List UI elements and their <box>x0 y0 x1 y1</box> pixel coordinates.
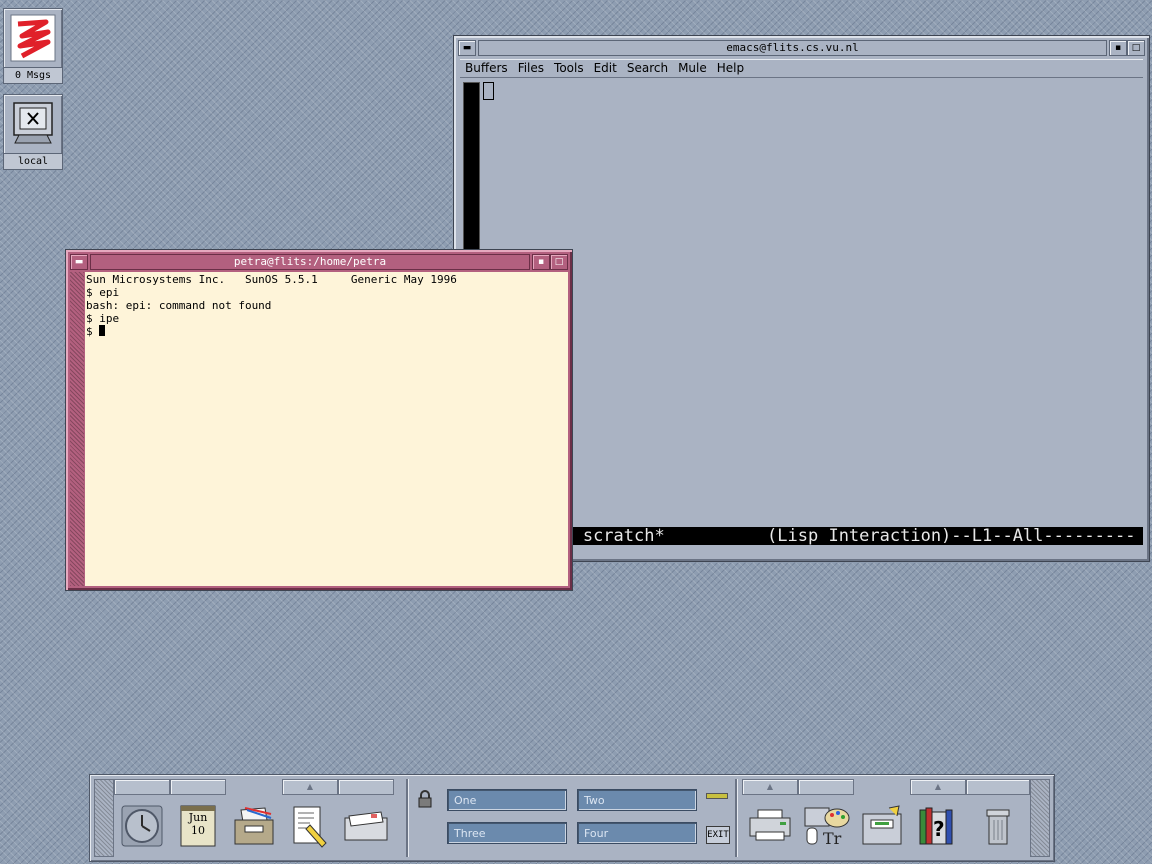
menu-edit[interactable]: Edit <box>589 61 622 75</box>
minimize-button[interactable]: ▪ <box>532 254 550 270</box>
help-icon: ? <box>919 807 953 845</box>
lock-icon <box>418 790 432 808</box>
subpanel-arrow[interactable] <box>742 779 798 795</box>
busy-light <box>706 793 728 799</box>
mail[interactable] <box>338 797 394 855</box>
terminal-line: Sun Microsystems Inc. SunOS 5.5.1 Generi… <box>86 273 457 286</box>
terminal-prompt: $ <box>86 325 100 338</box>
mail-desktop-icon[interactable]: 0 Msgs <box>3 8 63 84</box>
terminal-line: $ epi <box>86 286 120 299</box>
panel-separator <box>735 779 737 857</box>
trash-icon <box>986 809 1010 845</box>
printer[interactable] <box>742 797 798 855</box>
calendar-day: 10 <box>191 824 205 837</box>
terminal-scrollbar[interactable] <box>70 272 84 586</box>
subpanel-tab[interactable] <box>170 779 226 795</box>
modeline-text: scratch* (Lisp Interaction)--L1--All----… <box>582 527 1136 545</box>
terminal-line: bash: epi: command not found <box>86 299 272 312</box>
file-manager-icon <box>234 807 274 845</box>
subpanel-tab[interactable] <box>338 779 394 795</box>
terminal-prompt-line[interactable]: $ <box>86 325 568 338</box>
terminal-window-title[interactable]: petra@flits:/home/petra <box>90 254 530 270</box>
terminal-line: $ ipe <box>86 312 120 325</box>
style-manager[interactable]: Tr <box>798 797 854 855</box>
local-icon-label: local <box>4 153 62 169</box>
lock-button[interactable] <box>416 789 434 809</box>
emacs-titlebar[interactable]: ▬ emacs@flits.cs.vu.nl ▪ □ <box>458 40 1145 56</box>
local-desktop-icon[interactable]: local <box>3 94 63 170</box>
svg-text:Tr: Tr <box>823 829 842 848</box>
maximize-button[interactable]: □ <box>1127 40 1145 56</box>
window-menu-button[interactable]: ▬ <box>70 254 88 270</box>
text-editor[interactable] <box>282 797 338 855</box>
app-manager-icon <box>862 805 902 845</box>
emacs-cursor <box>483 82 494 100</box>
subpanel-tab[interactable] <box>114 779 170 795</box>
menu-tools[interactable]: Tools <box>549 61 589 75</box>
menu-buffers[interactable]: Buffers <box>460 61 513 75</box>
window-menu-button[interactable]: ▬ <box>458 40 476 56</box>
terminal-window[interactable]: ▬ petra@flits:/home/petra ▪ □ Sun Micros… <box>65 249 573 591</box>
panel-left-handle[interactable] <box>94 779 114 857</box>
terminal-output[interactable]: Sun Microsystems Inc. SunOS 5.5.1 Generi… <box>85 272 568 586</box>
terminal-titlebar[interactable]: ▬ petra@flits:/home/petra ▪ □ <box>70 254 568 270</box>
clock[interactable] <box>114 797 170 855</box>
workspace-two-button[interactable]: Two <box>577 789 697 811</box>
exit-button[interactable]: EXIT <box>706 826 730 844</box>
menu-help[interactable]: Help <box>712 61 749 75</box>
style-manager-icon: Tr <box>804 807 850 848</box>
mail-tray-icon <box>344 811 388 841</box>
subpanel-tab[interactable] <box>798 779 854 795</box>
workspace-one-button[interactable]: One <box>447 789 567 811</box>
minimize-button[interactable]: ▪ <box>1109 40 1127 56</box>
mail-icon-label: 0 Msgs <box>4 67 62 83</box>
emacs-menubar: Buffers Files Tools Edit Search Mule Hel… <box>460 59 1143 78</box>
monitor-icon <box>4 95 62 153</box>
menu-files[interactable]: Files <box>513 61 549 75</box>
front-panel: Jun 10 One Two Th <box>89 774 1055 862</box>
panel-separator <box>406 779 408 857</box>
text-editor-icon <box>293 806 327 848</box>
svg-text:?: ? <box>933 817 945 841</box>
printer-icon <box>749 809 791 841</box>
panel-right-handle[interactable] <box>1030 779 1050 857</box>
file-manager[interactable] <box>226 797 282 855</box>
mail-icon <box>4 9 62 67</box>
subpanel-arrow[interactable] <box>910 779 966 795</box>
emacs-window-title[interactable]: emacs@flits.cs.vu.nl <box>478 40 1107 56</box>
application-manager[interactable] <box>854 797 910 855</box>
maximize-button[interactable]: □ <box>550 254 568 270</box>
terminal-cursor <box>99 325 106 336</box>
calendar-month: Jun <box>188 811 208 824</box>
menu-mule[interactable]: Mule <box>673 61 712 75</box>
workspace-four-button[interactable]: Four <box>577 822 697 844</box>
trash-can[interactable] <box>970 797 1026 855</box>
calendar[interactable]: Jun 10 <box>170 797 226 855</box>
subpanel-tab[interactable] <box>966 779 1030 795</box>
clock-icon <box>121 805 163 847</box>
help-manager[interactable]: ? <box>910 797 966 855</box>
workspace-three-button[interactable]: Three <box>447 822 567 844</box>
subpanel-arrow[interactable] <box>282 779 338 795</box>
menu-search[interactable]: Search <box>622 61 673 75</box>
